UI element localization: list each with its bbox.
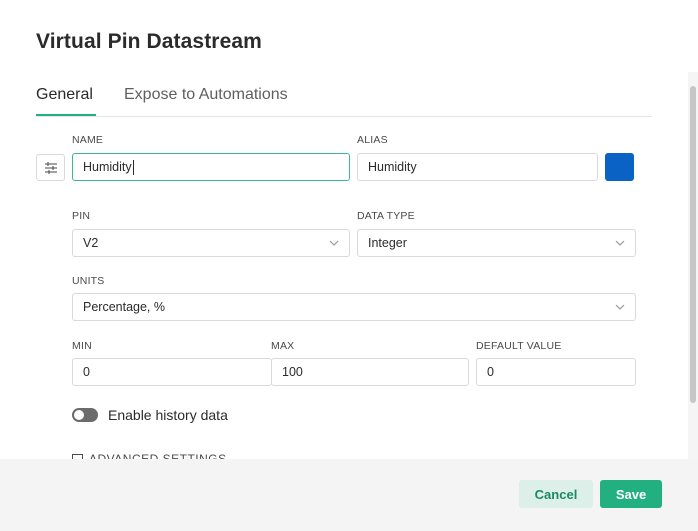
data-type-label: DATA TYPE <box>357 210 415 222</box>
icon-picker-button[interactable] <box>36 154 65 181</box>
color-picker-button[interactable] <box>605 153 634 181</box>
toggle-knob <box>74 410 84 420</box>
tabs-divider <box>36 116 652 117</box>
default-value-label: DEFAULT VALUE <box>476 340 562 352</box>
history-toggle[interactable] <box>72 408 98 422</box>
min-input-value: 0 <box>83 365 90 379</box>
alias-label: ALIAS <box>357 134 388 146</box>
units-select-value: Percentage, % <box>83 300 165 314</box>
data-type-select[interactable]: Integer <box>357 229 636 257</box>
save-button[interactable]: Save <box>600 480 662 508</box>
units-label: UNITS <box>72 275 105 287</box>
chevron-down-icon <box>615 304 625 310</box>
min-label: MIN <box>72 340 92 352</box>
history-toggle-label: Enable history data <box>108 407 228 423</box>
pin-select-value: V2 <box>83 236 99 250</box>
name-input[interactable]: Humidity <box>72 153 350 181</box>
cancel-button[interactable]: Cancel <box>519 480 593 508</box>
data-type-select-value: Integer <box>368 236 407 250</box>
name-input-value: Humidity <box>83 160 132 174</box>
name-label: NAME <box>72 134 104 146</box>
chevron-down-icon <box>615 240 625 246</box>
text-caret <box>132 159 134 175</box>
alias-input-value: Humidity <box>368 160 417 174</box>
alias-input[interactable]: Humidity <box>357 153 598 181</box>
max-input[interactable]: 100 <box>271 358 469 386</box>
default-value-input-value: 0 <box>487 365 494 379</box>
pin-select[interactable]: V2 <box>72 229 350 257</box>
dialog-title: Virtual Pin Datastream <box>36 30 262 53</box>
max-input-value: 100 <box>282 365 303 379</box>
tab-general[interactable]: General <box>36 86 93 104</box>
default-value-input[interactable]: 0 <box>476 358 636 386</box>
pin-label: PIN <box>72 210 91 222</box>
scrollbar-thumb[interactable] <box>690 86 696 403</box>
dialog-footer <box>0 459 698 531</box>
active-tab-indicator <box>36 114 96 116</box>
chevron-down-icon <box>329 240 339 246</box>
max-label: MAX <box>271 340 295 352</box>
tab-expose-to-automations[interactable]: Expose to Automations <box>124 86 288 104</box>
units-select[interactable]: Percentage, % <box>72 293 636 321</box>
sliders-icon <box>44 161 57 174</box>
min-input[interactable]: 0 <box>72 358 272 386</box>
